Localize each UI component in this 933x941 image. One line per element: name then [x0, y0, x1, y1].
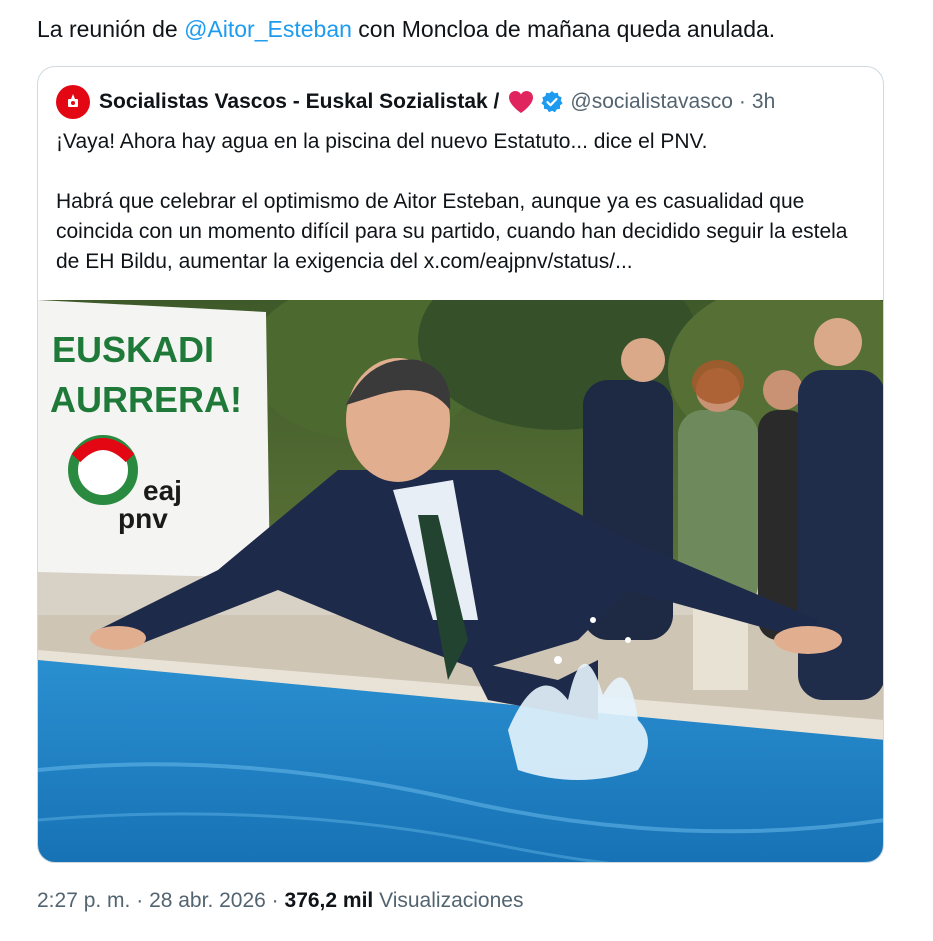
tweet-text: La reunión de @Aitor_Esteban con Moncloa…: [37, 14, 917, 44]
tweet-time[interactable]: 2:27 p. m.: [37, 889, 130, 912]
banner-line-1: EUSKADI: [52, 329, 214, 370]
banner-logo-line-1: eaj: [143, 475, 182, 506]
avatar[interactable]: [56, 85, 90, 119]
footer-separator-1: ·: [130, 889, 150, 912]
tweet-photo[interactable]: EUSKADI AURRERA! eaj pnv: [38, 300, 883, 862]
eaj-pnv-banner: EUSKADI AURRERA! eaj pnv: [38, 300, 270, 578]
tweet-date[interactable]: 28 abr. 2026: [149, 889, 266, 912]
quote-paragraph-1: ¡Vaya! Ahora hay agua en la piscina del …: [56, 130, 708, 153]
footer-separator-2: ·: [265, 889, 285, 912]
quote-timestamp[interactable]: 3h: [752, 90, 775, 114]
heart-icon: [509, 91, 534, 113]
author-name[interactable]: Socialistas Vascos - Euskal Sozialistak …: [99, 90, 499, 114]
verified-badge-icon: [541, 91, 563, 113]
quote-status-link[interactable]: x.com/eajpnv/status/...: [424, 250, 633, 273]
photo-image: EUSKADI AURRERA! eaj pnv: [38, 300, 883, 862]
mention-link[interactable]: @Aitor_Esteban: [184, 16, 352, 42]
quoted-tweet-card[interactable]: Socialistas Vascos - Euskal Sozialistak …: [37, 66, 884, 863]
tweet-footer: 2:27 p. m. · 28 abr. 2026 · 376,2 mil Vi…: [37, 889, 523, 913]
quoted-tweet-body: ¡Vaya! Ahora hay agua en la piscina del …: [56, 127, 871, 277]
eaj-pnv-logo-icon: [68, 435, 138, 505]
psoe-logo-icon: [68, 94, 78, 107]
tweet-text-after: con Moncloa de mañana queda anulada.: [351, 16, 776, 42]
views-count[interactable]: 376,2 mil: [285, 889, 374, 912]
quoted-tweet-header: Socialistas Vascos - Euskal Sozialistak …: [56, 85, 876, 119]
banner-logo-line-2: pnv: [118, 503, 168, 534]
tweet-text-before: La reunión de: [37, 16, 185, 42]
views-label[interactable]: Visualizaciones: [373, 889, 523, 912]
quote-paragraph-2: Habrá que celebrar el optimismo de Aitor…: [56, 187, 871, 277]
author-handle[interactable]: @socialistavasco: [570, 90, 733, 114]
separator-dot: ·: [738, 90, 746, 113]
banner-line-2: AURRERA!: [50, 379, 242, 420]
